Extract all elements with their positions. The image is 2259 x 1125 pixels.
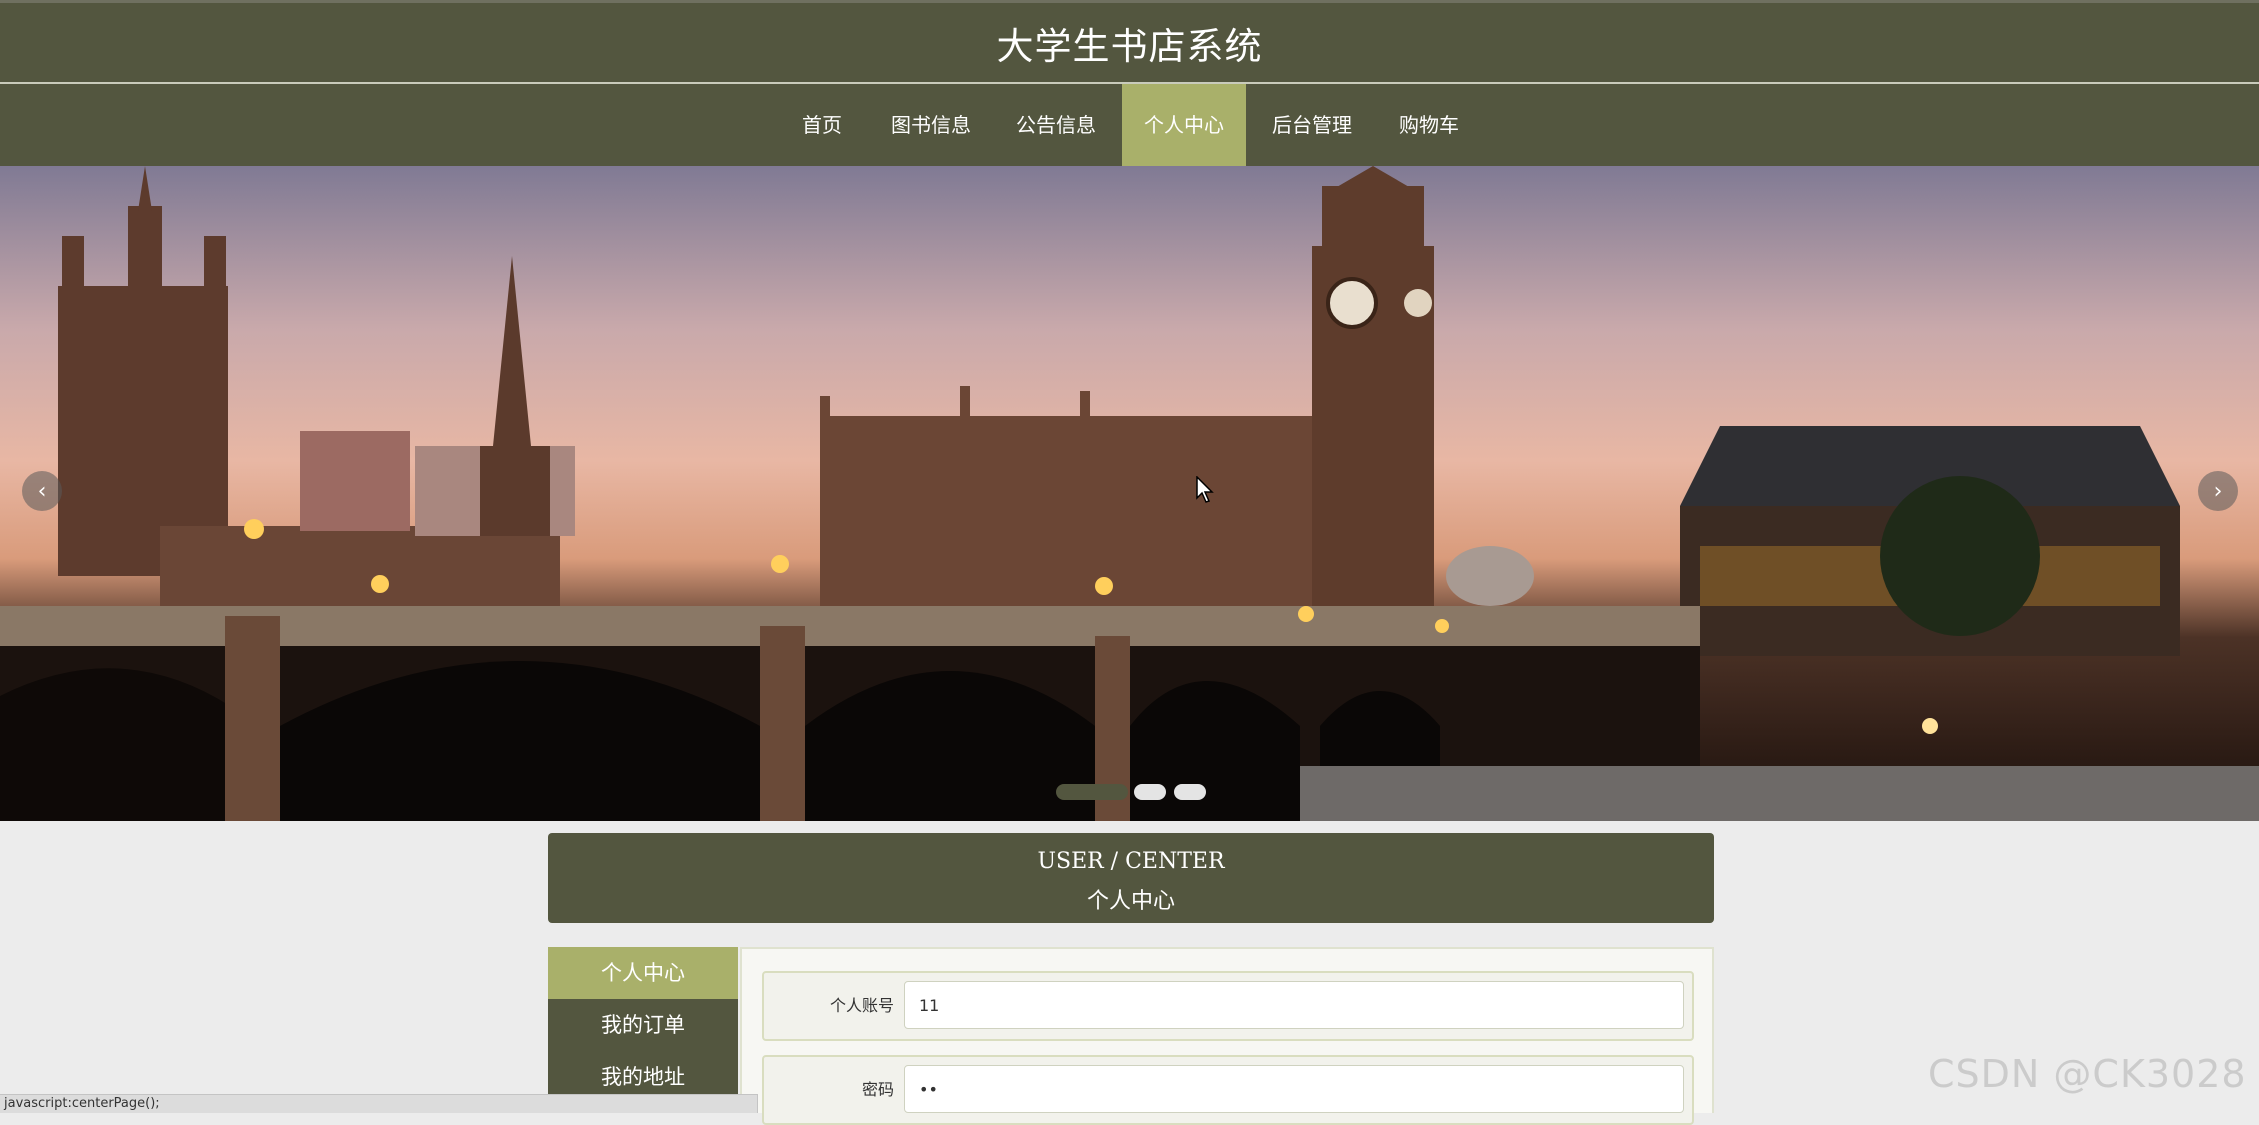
chevron-left-icon: ‹ xyxy=(37,478,47,504)
password-label: 密码 xyxy=(861,1080,894,1099)
password-input[interactable] xyxy=(904,1065,1684,1113)
banner-carousel[interactable]: ‹ › xyxy=(0,166,2259,821)
site-header: 大学生书店系统 xyxy=(0,0,2259,82)
side-item-user-center[interactable]: 个人中心 xyxy=(548,947,738,999)
account-input[interactable] xyxy=(904,981,1684,1029)
chevron-right-icon: › xyxy=(2213,478,2223,504)
banner-image xyxy=(0,166,2259,821)
carousel-dot-2[interactable] xyxy=(1134,784,1166,800)
nav-admin[interactable]: 后台管理 xyxy=(1260,84,1364,166)
browser-status-bar: javascript:centerPage(); xyxy=(0,1094,758,1113)
nav-notices[interactable]: 公告信息 xyxy=(1004,84,1108,166)
user-center-header: USER / CENTER 个人中心 xyxy=(548,833,1714,923)
account-label: 个人账号 xyxy=(829,996,894,1015)
nav-books[interactable]: 图书信息 xyxy=(880,84,982,166)
carousel-next-button[interactable]: › xyxy=(2198,471,2238,511)
site-title: 大学生书店系统 xyxy=(996,24,1263,68)
mouse-cursor-icon xyxy=(1196,476,1214,503)
carousel-prev-button[interactable]: ‹ xyxy=(22,471,62,511)
nav-cart[interactable]: 购物车 xyxy=(1388,84,1470,166)
carousel-dot-3[interactable] xyxy=(1174,784,1206,800)
password-row: 密码 xyxy=(762,1055,1694,1125)
nav-home[interactable]: 首页 xyxy=(782,84,862,166)
user-info-form: 个人账号 密码 xyxy=(740,947,1714,1125)
side-item-my-orders[interactable]: 我的订单 xyxy=(548,999,738,1051)
main-nav: 首页 图书信息 公告信息 个人中心 后台管理 购物车 xyxy=(0,84,2259,166)
carousel-dot-1[interactable] xyxy=(1056,784,1128,800)
user-center-title-cn: 个人中心 xyxy=(1086,889,1175,914)
watermark: CSDN @CK3028 xyxy=(1928,1052,2247,1096)
user-side-menu: 个人中心 我的订单 我的地址 xyxy=(548,947,738,1103)
nav-user-center[interactable]: 个人中心 xyxy=(1122,84,1246,166)
account-row: 个人账号 xyxy=(762,971,1694,1041)
user-center-title-en: USER / CENTER xyxy=(1037,849,1225,874)
